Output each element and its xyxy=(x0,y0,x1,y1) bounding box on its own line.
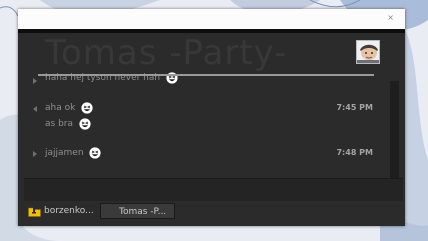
laughing-emoticon-icon xyxy=(81,101,93,114)
message-text: aha ok xyxy=(45,101,93,115)
message-input[interactable] xyxy=(24,178,403,201)
message-timestamp: 7:45 PM xyxy=(336,103,373,112)
message-text: jajjamen xyxy=(45,146,102,160)
avatar-photo xyxy=(357,41,379,63)
message-history[interactable]: haha hej tyson never hah aha ok as bra 7… xyxy=(18,67,393,177)
history-scrollbar[interactable] xyxy=(390,81,399,179)
outgoing-arrow-icon xyxy=(33,78,37,84)
incoming-arrow-icon xyxy=(33,106,37,112)
tab-bar: borzenko... Tomas -P... xyxy=(18,201,405,226)
laughing-emoticon-icon xyxy=(89,146,102,159)
laughing-emoticon-icon xyxy=(79,117,91,130)
tab-tomas[interactable]: Tomas -P... xyxy=(100,203,175,219)
chat-window: × Tomas -Party- haha hej tyson never hah xyxy=(18,9,405,226)
message-timestamp: 7:48 PM xyxy=(336,148,373,157)
folder-icon xyxy=(28,206,41,217)
avatar[interactable] xyxy=(356,40,380,64)
tab-borzenko[interactable]: borzenko... xyxy=(26,203,100,219)
close-button[interactable]: × xyxy=(387,13,394,23)
tab-label: borzenko... xyxy=(44,206,94,216)
title-bar[interactable]: × xyxy=(18,9,405,29)
message-text: as bra xyxy=(45,117,91,131)
separator-line xyxy=(38,74,374,76)
outgoing-arrow-icon xyxy=(33,151,37,157)
tab-label: Tomas -P... xyxy=(119,207,167,217)
